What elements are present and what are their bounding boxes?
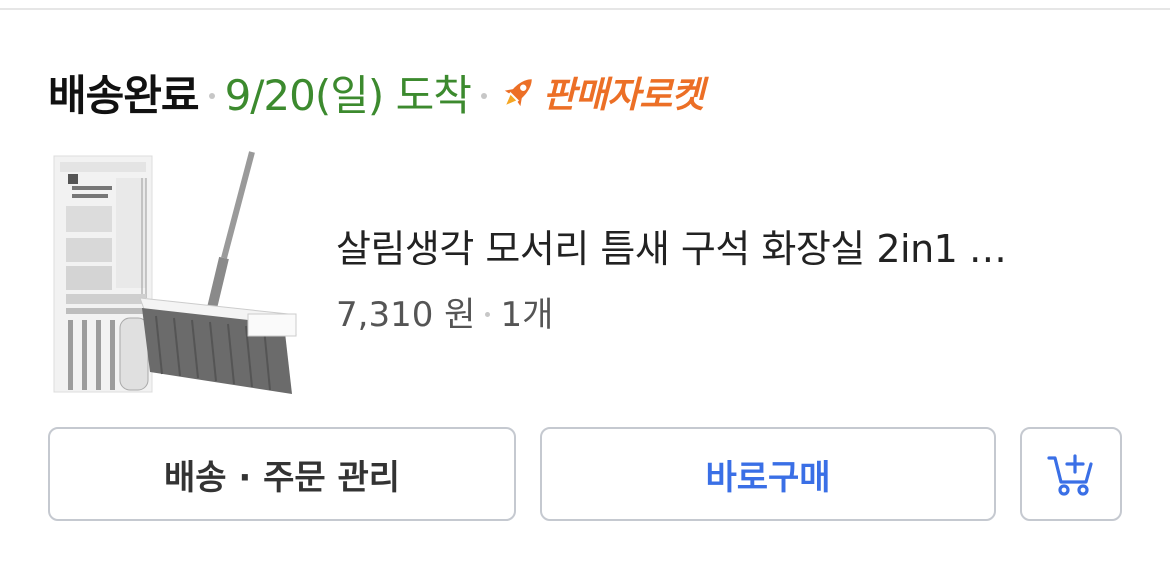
arrival-date: 9/20(일) 도착 — [224, 70, 472, 120]
order-manage-label: 배송 · 주문 관리 — [163, 457, 401, 498]
rocket-icon — [504, 79, 532, 107]
separator-dot — [485, 312, 491, 317]
product-name[interactable]: 살림생각 모서리 틈새 구석 화장실 2in1 … — [336, 218, 1116, 273]
add-to-cart-button[interactable] — [1020, 427, 1122, 521]
delivery-status-row: 배송완료 9/20(일) 도착 판매자로켓 — [48, 62, 705, 122]
order-manage-button[interactable]: 배송 · 주문 관리 — [48, 427, 516, 521]
separator-dot — [208, 93, 215, 99]
price-row: 7,310 원 1개 — [336, 287, 1116, 336]
separator-dot — [480, 93, 487, 99]
seller-rocket-badge: 판매자로켓 — [497, 66, 705, 118]
product-info[interactable]: 살림생각 모서리 틈새 구석 화장실 2in1 … 7,310 원 1개 — [336, 218, 1116, 336]
product-quantity: 1개 — [500, 295, 554, 335]
product-price: 7,310 원 — [336, 295, 476, 335]
broom-product-image[interactable] — [52, 148, 304, 396]
delivery-status: 배송완료 — [48, 70, 200, 120]
buy-now-button[interactable]: 바로구매 — [540, 427, 996, 521]
buy-now-label: 바로구매 — [705, 457, 831, 498]
add-to-cart-icon — [1047, 454, 1093, 496]
top-divider — [0, 0, 1170, 10]
seller-rocket-label: 판매자로켓 — [542, 75, 705, 116]
